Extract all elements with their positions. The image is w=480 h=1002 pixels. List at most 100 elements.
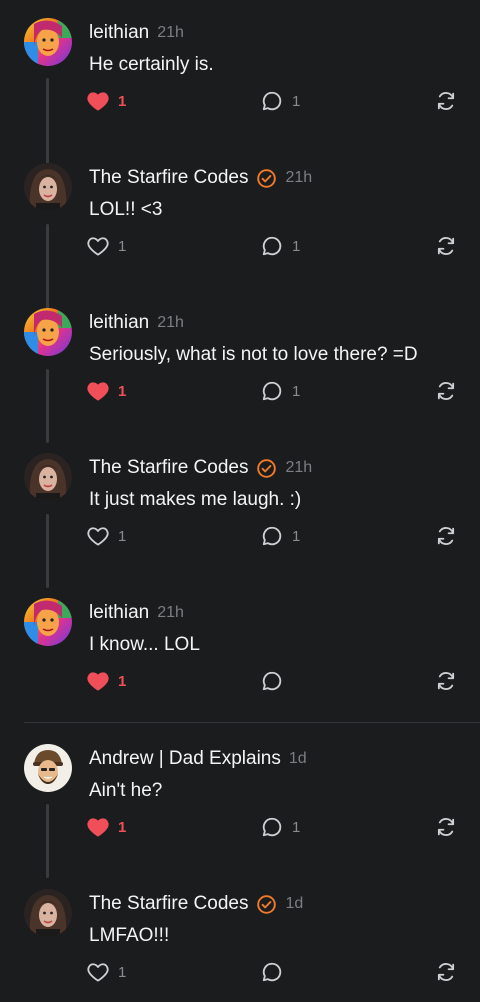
- reply-count: 1: [292, 527, 301, 545]
- heart-icon: [87, 817, 109, 837]
- repost-arrows-icon: [435, 235, 457, 257]
- verified-badge-icon: [256, 458, 277, 479]
- verified-badge-icon: [256, 168, 277, 189]
- avatar[interactable]: [24, 598, 72, 646]
- repost-button[interactable]: [435, 84, 457, 118]
- thread-divider: [24, 722, 480, 723]
- reply-button[interactable]: 1: [261, 519, 300, 553]
- heart-icon: [87, 91, 109, 111]
- author-name[interactable]: The Starfire Codes: [89, 893, 248, 915]
- thread-post[interactable]: leithian 21h He certainly is. 1 1: [0, 18, 480, 163]
- repost-arrows-icon: [435, 816, 457, 838]
- heart-icon: [87, 526, 109, 546]
- post-actions: 1: [0, 955, 480, 989]
- repost-button[interactable]: [435, 810, 457, 844]
- speech-bubble-icon: [261, 380, 283, 402]
- post-header: The Starfire Codes 21h: [89, 167, 312, 189]
- thread-post[interactable]: leithian 21h Seriously, what is not to l…: [0, 308, 480, 453]
- post-header: The Starfire Codes 1d: [89, 893, 303, 915]
- repost-arrows-icon: [435, 90, 457, 112]
- post-actions: 1 1: [0, 519, 480, 553]
- thread-post[interactable]: The Starfire Codes 21h LOL!! <3 1 1: [0, 163, 480, 308]
- post-header: leithian 21h: [89, 602, 184, 624]
- avatar[interactable]: [24, 453, 72, 501]
- post-header: Andrew | Dad Explains 1d: [89, 748, 307, 770]
- avatar[interactable]: [24, 308, 72, 356]
- heart-icon: [87, 236, 109, 256]
- speech-bubble-icon: [261, 525, 283, 547]
- speech-bubble-icon: [261, 670, 283, 692]
- speech-bubble-icon: [261, 235, 283, 257]
- reply-count: 1: [292, 237, 301, 255]
- post-text: It just makes me laugh. :): [89, 489, 302, 510]
- post-text: Seriously, what is not to love there? =D: [89, 344, 418, 365]
- like-count: 1: [118, 963, 127, 981]
- reply-button[interactable]: 1: [261, 229, 300, 263]
- like-button[interactable]: 1: [87, 229, 126, 263]
- speech-bubble-icon: [261, 961, 283, 983]
- reply-count: 1: [292, 818, 301, 836]
- post-timestamp[interactable]: 21h: [157, 24, 184, 42]
- like-count: 1: [118, 818, 127, 836]
- post-actions: 1 1: [0, 229, 480, 263]
- reply-count: 1: [292, 92, 301, 110]
- post-header: leithian 21h: [89, 312, 184, 334]
- reply-button[interactable]: 1: [261, 374, 300, 408]
- post-actions: 1: [0, 664, 480, 698]
- post-actions: 1 1: [0, 84, 480, 118]
- repost-button[interactable]: [435, 955, 457, 989]
- repost-button[interactable]: [435, 664, 457, 698]
- like-button[interactable]: 1: [87, 664, 126, 698]
- reply-button[interactable]: [261, 955, 292, 989]
- author-name[interactable]: leithian: [89, 602, 149, 624]
- heart-icon: [87, 381, 109, 401]
- post-header: leithian 21h: [89, 22, 184, 44]
- like-button[interactable]: 1: [87, 519, 126, 553]
- avatar[interactable]: [24, 889, 72, 937]
- thread-feed: leithian 21h He certainly is. 1 1 The St…: [0, 0, 480, 1002]
- post-text: LMFAO!!!: [89, 925, 170, 946]
- repost-arrows-icon: [435, 525, 457, 547]
- thread-post[interactable]: Andrew | Dad Explains 1d Ain't he? 1 1: [0, 744, 480, 889]
- verified-badge-icon: [256, 894, 277, 915]
- repost-arrows-icon: [435, 380, 457, 402]
- post-timestamp[interactable]: 1d: [285, 895, 303, 913]
- reply-count: 1: [292, 382, 301, 400]
- post-text: Ain't he?: [89, 780, 163, 801]
- author-name[interactable]: leithian: [89, 312, 149, 334]
- author-name[interactable]: The Starfire Codes: [89, 457, 248, 479]
- author-name[interactable]: Andrew | Dad Explains: [89, 748, 281, 770]
- repost-button[interactable]: [435, 374, 457, 408]
- avatar[interactable]: [24, 18, 72, 66]
- thread-post[interactable]: The Starfire Codes 1d LMFAO!!! 1: [0, 889, 480, 1002]
- post-timestamp[interactable]: 1d: [289, 750, 307, 768]
- avatar[interactable]: [24, 744, 72, 792]
- like-count: 1: [118, 527, 127, 545]
- post-timestamp[interactable]: 21h: [157, 604, 184, 622]
- reply-button[interactable]: [261, 664, 292, 698]
- reply-button[interactable]: 1: [261, 810, 300, 844]
- repost-button[interactable]: [435, 519, 457, 553]
- like-button[interactable]: 1: [87, 810, 126, 844]
- author-name[interactable]: The Starfire Codes: [89, 167, 248, 189]
- post-text: LOL!! <3: [89, 199, 163, 220]
- post-timestamp[interactable]: 21h: [285, 459, 312, 477]
- repost-arrows-icon: [435, 670, 457, 692]
- like-button[interactable]: 1: [87, 955, 126, 989]
- like-count: 1: [118, 382, 127, 400]
- like-button[interactable]: 1: [87, 374, 126, 408]
- speech-bubble-icon: [261, 90, 283, 112]
- like-count: 1: [118, 237, 127, 255]
- repost-button[interactable]: [435, 229, 457, 263]
- like-button[interactable]: 1: [87, 84, 126, 118]
- heart-icon: [87, 962, 109, 982]
- avatar[interactable]: [24, 163, 72, 211]
- thread-post[interactable]: The Starfire Codes 21h It just makes me …: [0, 453, 480, 598]
- post-actions: 1 1: [0, 810, 480, 844]
- post-header: The Starfire Codes 21h: [89, 457, 312, 479]
- reply-button[interactable]: 1: [261, 84, 300, 118]
- author-name[interactable]: leithian: [89, 22, 149, 44]
- post-timestamp[interactable]: 21h: [285, 169, 312, 187]
- heart-icon: [87, 671, 109, 691]
- post-timestamp[interactable]: 21h: [157, 314, 184, 332]
